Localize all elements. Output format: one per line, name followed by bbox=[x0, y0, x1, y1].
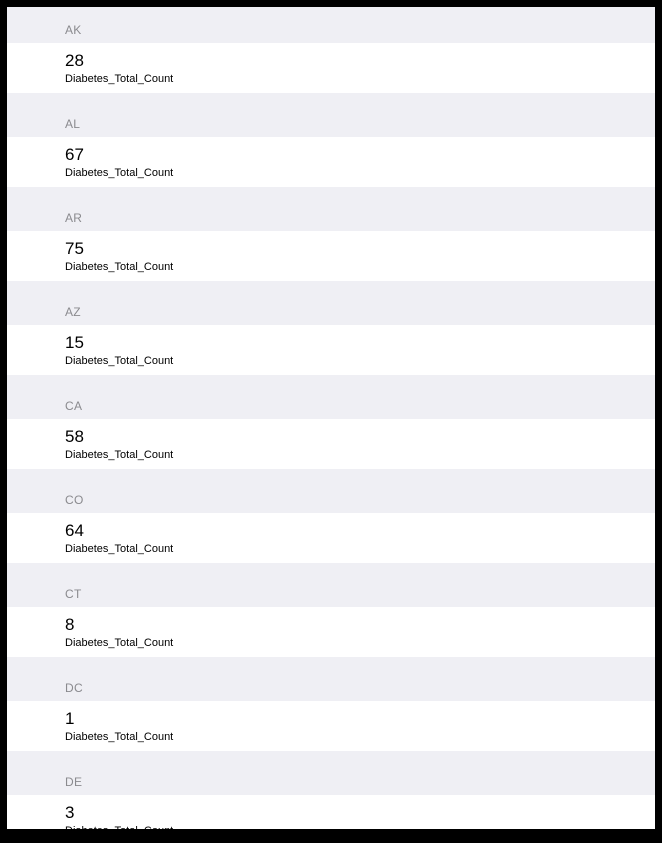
item-value: 28 bbox=[65, 51, 655, 71]
list-item[interactable]: 15 Diabetes_Total_Count bbox=[7, 325, 655, 375]
item-label: Diabetes_Total_Count bbox=[65, 637, 655, 649]
section-header: AZ bbox=[7, 281, 655, 325]
section-header: AR bbox=[7, 187, 655, 231]
list-item[interactable]: 1 Diabetes_Total_Count bbox=[7, 701, 655, 751]
list-container[interactable]: AK 28 Diabetes_Total_Count AL 67 Diabete… bbox=[7, 7, 655, 829]
list-item[interactable]: 3 Diabetes_Total_Count bbox=[7, 795, 655, 829]
section-header: CT bbox=[7, 563, 655, 607]
item-label: Diabetes_Total_Count bbox=[65, 449, 655, 461]
section-header: DC bbox=[7, 657, 655, 701]
list-item[interactable]: 67 Diabetes_Total_Count bbox=[7, 137, 655, 187]
item-value: 58 bbox=[65, 427, 655, 447]
list-item[interactable]: 8 Diabetes_Total_Count bbox=[7, 607, 655, 657]
list-item[interactable]: 28 Diabetes_Total_Count bbox=[7, 43, 655, 93]
item-label: Diabetes_Total_Count bbox=[65, 355, 655, 367]
list-item[interactable]: 58 Diabetes_Total_Count bbox=[7, 419, 655, 469]
list-item[interactable]: 64 Diabetes_Total_Count bbox=[7, 513, 655, 563]
item-label: Diabetes_Total_Count bbox=[65, 73, 655, 85]
section-header: DE bbox=[7, 751, 655, 795]
item-value: 64 bbox=[65, 521, 655, 541]
item-label: Diabetes_Total_Count bbox=[65, 825, 655, 829]
section-header: CO bbox=[7, 469, 655, 513]
item-value: 15 bbox=[65, 333, 655, 353]
section-header: AL bbox=[7, 93, 655, 137]
item-label: Diabetes_Total_Count bbox=[65, 731, 655, 743]
item-value: 67 bbox=[65, 145, 655, 165]
item-label: Diabetes_Total_Count bbox=[65, 543, 655, 555]
list-item[interactable]: 75 Diabetes_Total_Count bbox=[7, 231, 655, 281]
item-value: 8 bbox=[65, 615, 655, 635]
item-value: 75 bbox=[65, 239, 655, 259]
item-value: 3 bbox=[65, 803, 655, 823]
item-label: Diabetes_Total_Count bbox=[65, 261, 655, 273]
item-value: 1 bbox=[65, 709, 655, 729]
section-header: AK bbox=[7, 7, 655, 43]
item-label: Diabetes_Total_Count bbox=[65, 167, 655, 179]
content-frame: AK 28 Diabetes_Total_Count AL 67 Diabete… bbox=[7, 7, 655, 829]
section-header: CA bbox=[7, 375, 655, 419]
